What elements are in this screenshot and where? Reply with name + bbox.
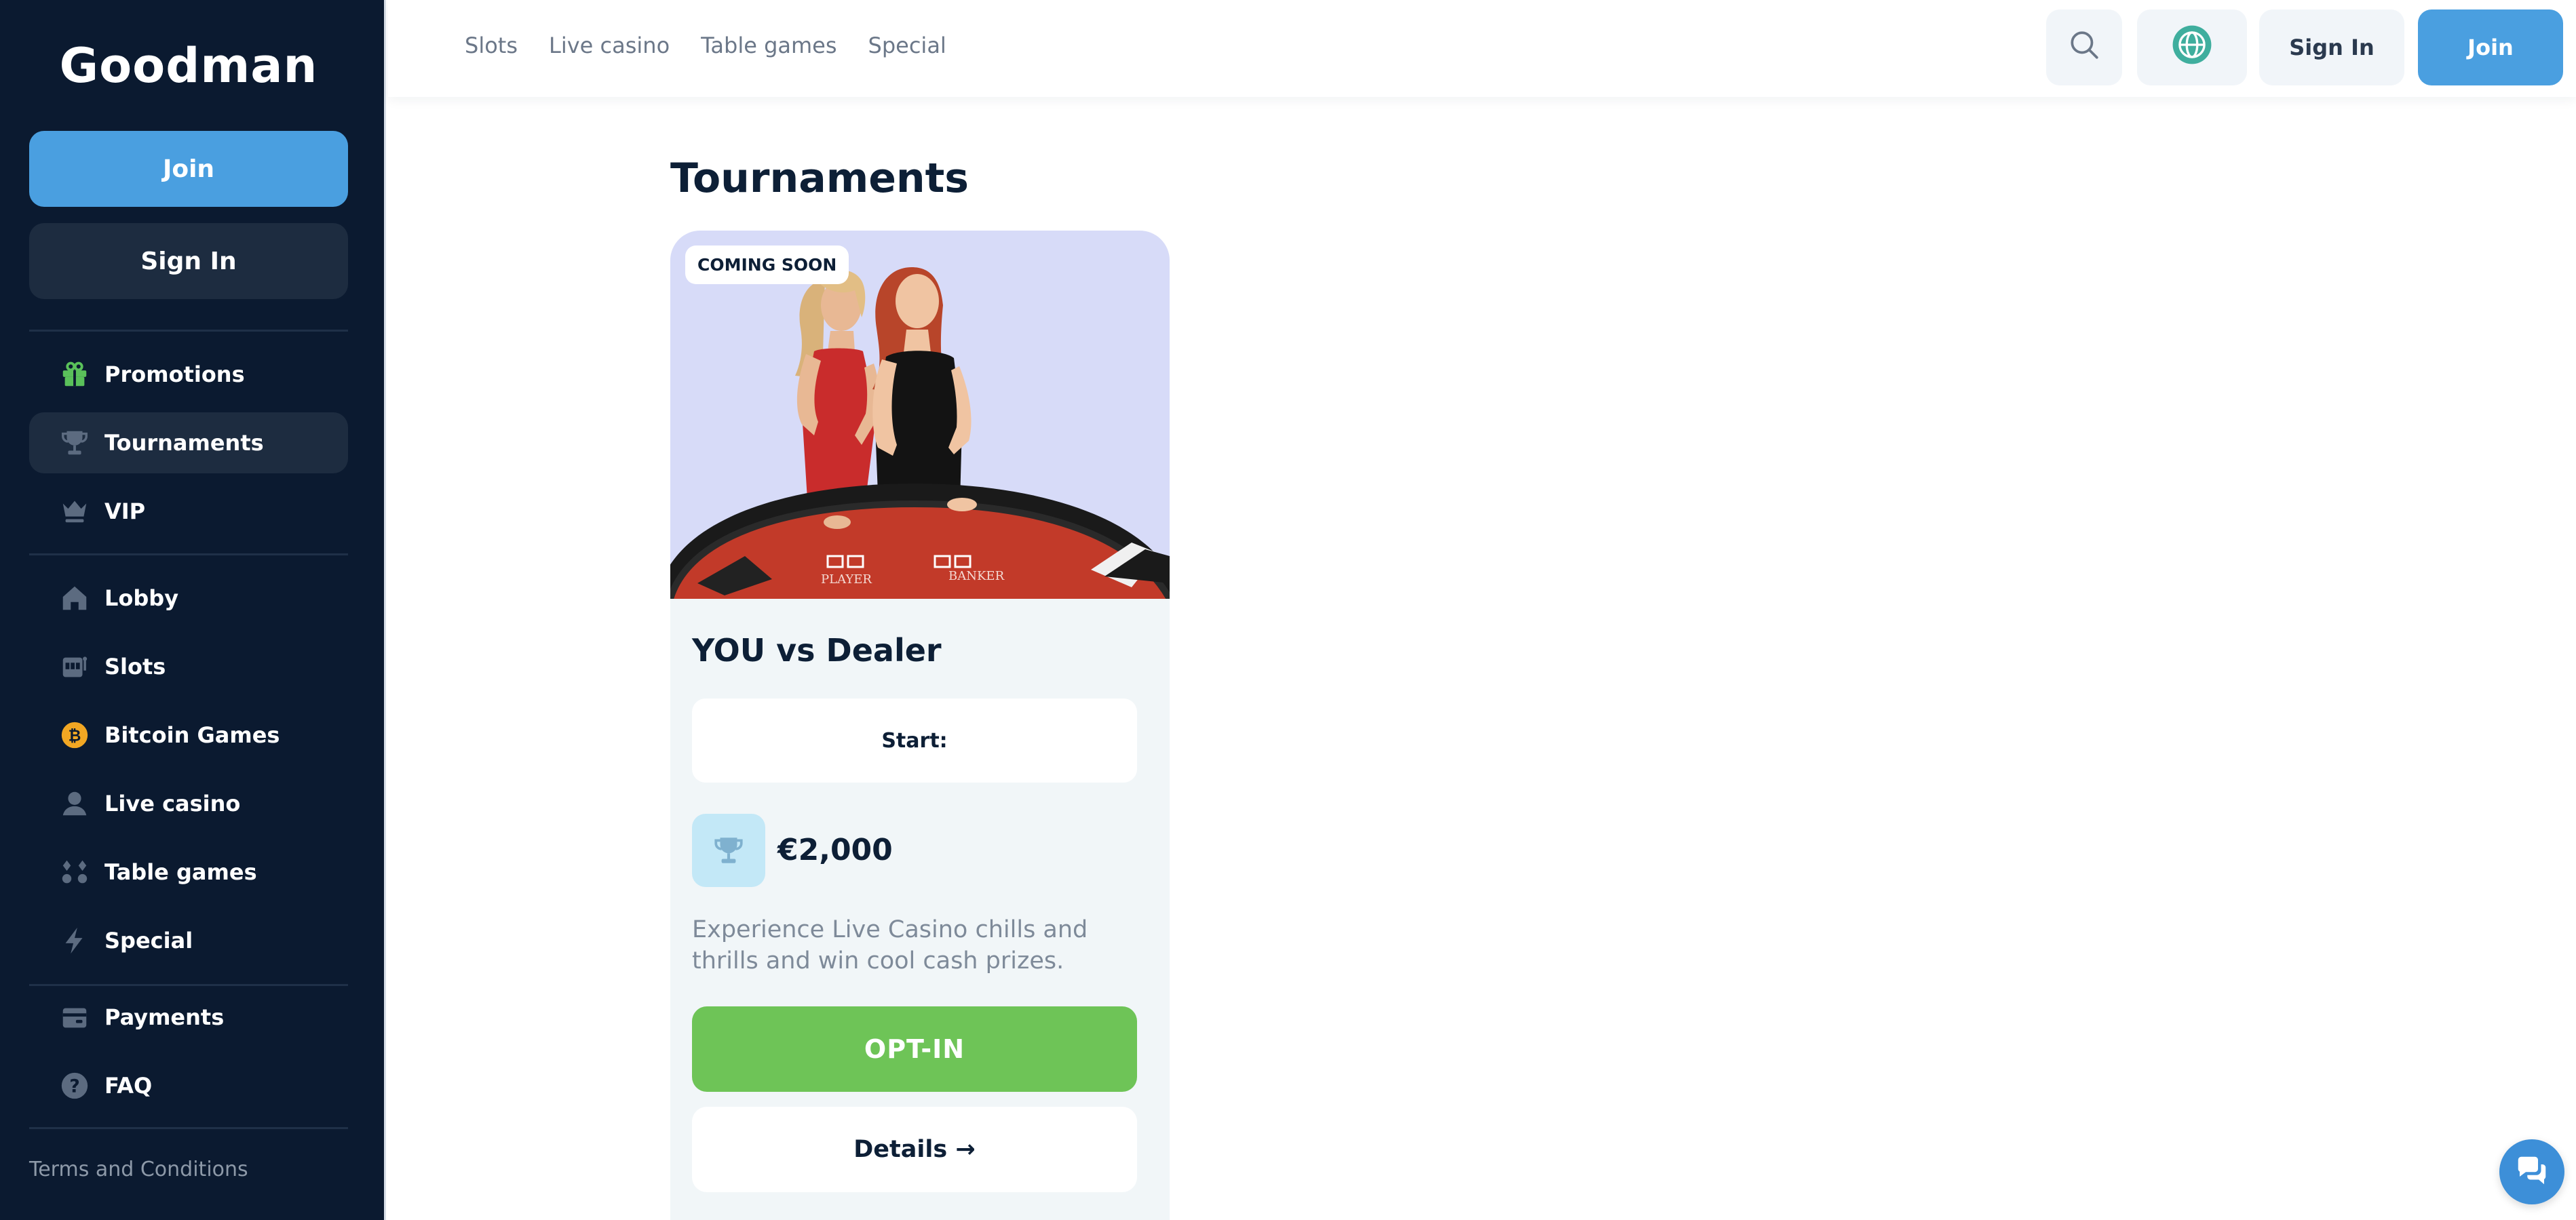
tournament-card[interactable]: PLAYER BANKER COMING SOON YOU vs Dealer … xyxy=(670,231,1170,1220)
wallet-icon xyxy=(58,1001,91,1034)
svg-text:₿: ₿ xyxy=(69,728,81,745)
sidebar-item-table-games[interactable]: Table games xyxy=(29,842,348,903)
brand-logo[interactable]: Goodman xyxy=(0,38,377,94)
sidebar-item-label: Slots xyxy=(104,654,166,680)
sidebar-signin-button[interactable]: Sign In xyxy=(29,223,348,299)
sidebar-join-button[interactable]: Join xyxy=(29,131,348,207)
sidebar-item-label: FAQ xyxy=(104,1073,153,1099)
sidebar: Goodman Join Sign In Promotions Tourname… xyxy=(0,0,386,1220)
bitcoin-icon: ₿ xyxy=(58,719,91,751)
trophy-icon xyxy=(58,427,91,459)
chat-icon xyxy=(2514,1152,2550,1192)
sidebar-divider xyxy=(29,984,348,986)
sidebar-item-label: Lobby xyxy=(104,585,179,611)
top-bar: Slots Live casino Table games Special Si… xyxy=(388,0,2576,97)
sidebar-item-label: Special xyxy=(104,928,193,953)
slot-machine-icon xyxy=(58,650,91,683)
terms-link[interactable]: Terms and Conditions xyxy=(29,1158,248,1181)
sidebar-item-lobby[interactable]: Lobby xyxy=(29,568,348,629)
sidebar-item-bitcoin-games[interactable]: ₿ Bitcoin Games xyxy=(29,705,348,766)
tournament-description: Experience Live Casino chills and thrill… xyxy=(692,916,1088,975)
gift-icon xyxy=(58,358,91,391)
sidebar-item-label: Payments xyxy=(104,1004,225,1030)
chat-button[interactable] xyxy=(2499,1139,2564,1204)
start-label: Start: xyxy=(881,728,948,753)
cards-icon xyxy=(58,856,91,888)
sidebar-item-label: VIP xyxy=(104,498,146,524)
opt-in-button[interactable]: OPT-IN xyxy=(692,1006,1137,1092)
sidebar-item-faq[interactable]: ? FAQ xyxy=(29,1055,348,1116)
sidebar-item-slots[interactable]: Slots xyxy=(29,636,348,697)
sidebar-divider xyxy=(29,330,348,332)
prize-trophy-icon xyxy=(692,814,765,887)
sidebar-item-promotions[interactable]: Promotions xyxy=(29,344,348,405)
sidebar-item-vip[interactable]: VIP xyxy=(29,481,348,542)
sidebar-divider xyxy=(29,1127,348,1129)
vip-icon xyxy=(58,495,91,528)
sidebar-item-label: Promotions xyxy=(104,361,245,387)
signin-button[interactable]: Sign In xyxy=(2259,9,2404,85)
globe-icon xyxy=(2171,24,2213,71)
sidebar-item-label: Table games xyxy=(104,859,257,885)
sidebar-divider xyxy=(29,553,348,555)
top-nav-special[interactable]: Special xyxy=(868,33,946,58)
sidebar-item-label: Live casino xyxy=(104,791,241,816)
table-label-player: PLAYER xyxy=(821,572,872,587)
search-button[interactable] xyxy=(2046,9,2122,85)
language-button[interactable] xyxy=(2137,9,2247,85)
lightning-icon xyxy=(58,924,91,957)
sidebar-item-label: Bitcoin Games xyxy=(104,722,280,748)
details-button[interactable]: Details → xyxy=(692,1107,1137,1192)
sidebar-item-payments[interactable]: Payments xyxy=(29,987,348,1048)
sidebar-item-live-casino[interactable]: Live casino xyxy=(29,773,348,834)
question-icon: ? xyxy=(58,1069,91,1102)
page-title: Tournaments xyxy=(670,155,969,202)
tournament-image: PLAYER BANKER COMING SOON xyxy=(670,231,1170,599)
search-icon xyxy=(2067,28,2101,67)
sidebar-item-tournaments[interactable]: Tournaments xyxy=(29,412,348,473)
start-date-box: Start: xyxy=(692,698,1137,783)
dealer-icon xyxy=(58,787,91,820)
tournament-title: YOU vs Dealer xyxy=(692,632,942,669)
table-label-banker: BANKER xyxy=(948,569,1005,583)
sidebar-item-label: Tournaments xyxy=(104,430,264,456)
prize-amount: €2,000 xyxy=(777,833,893,867)
sidebar-item-special[interactable]: Special xyxy=(29,910,348,971)
top-nav-live-casino[interactable]: Live casino xyxy=(549,33,670,58)
top-nav-table-games[interactable]: Table games xyxy=(701,33,837,58)
top-nav: Slots Live casino Table games Special xyxy=(465,33,946,58)
svg-text:?: ? xyxy=(69,1076,80,1097)
top-nav-slots[interactable]: Slots xyxy=(465,33,518,58)
join-button[interactable]: Join xyxy=(2418,9,2563,85)
status-badge: COMING SOON xyxy=(685,245,849,284)
home-icon xyxy=(58,582,91,614)
